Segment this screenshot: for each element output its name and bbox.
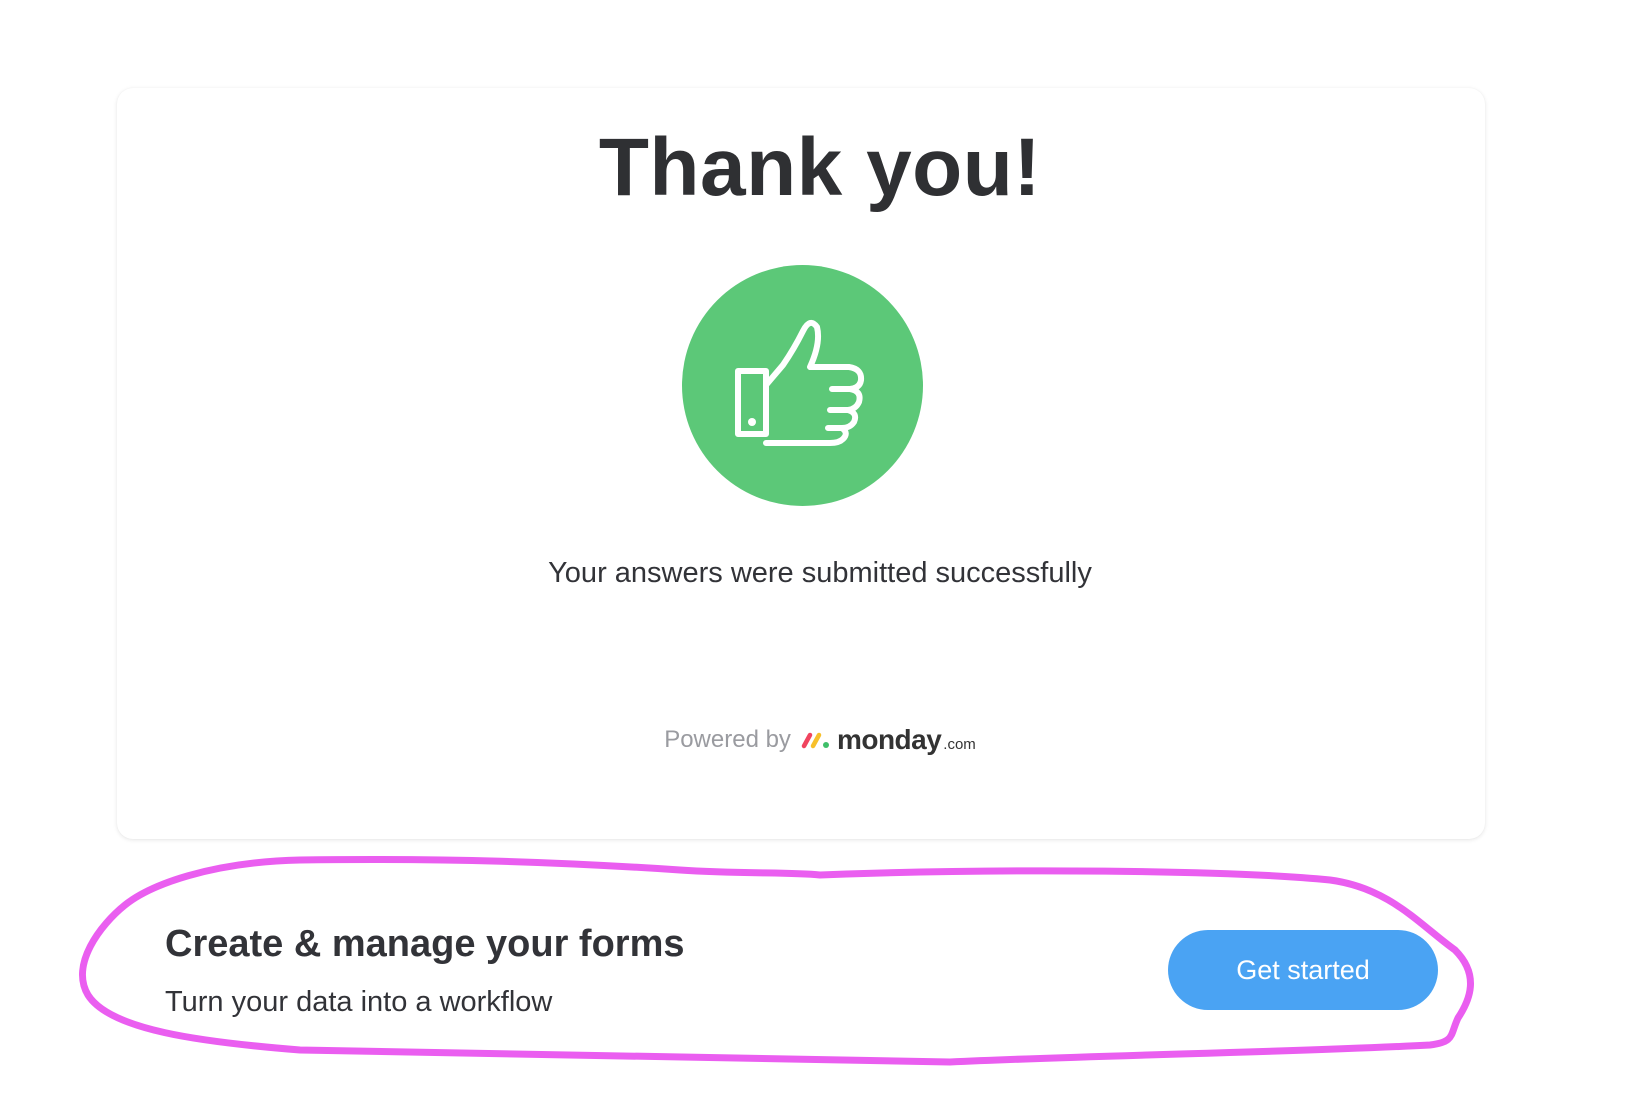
powered-by-label: Powered by [664, 726, 791, 753]
promo-subtitle: Turn your data into a workflow [165, 986, 553, 1018]
success-message: Your answers were submitted successfully [548, 557, 1092, 589]
monday-logo[interactable]: monday .com [801, 724, 976, 756]
brand-name: monday [836, 724, 942, 755]
monday-logo-icon [801, 732, 829, 749]
get-started-button[interactable]: Get started [1168, 930, 1438, 1010]
thumbs-up-icon [735, 319, 865, 446]
powered-by: Powered by monday .com [0, 720, 1640, 760]
promo-title: Create & manage your forms [165, 923, 685, 965]
success-badge [682, 265, 923, 506]
brand-suffix: .com [943, 735, 976, 753]
page-title: Thank you! [598, 122, 1042, 213]
